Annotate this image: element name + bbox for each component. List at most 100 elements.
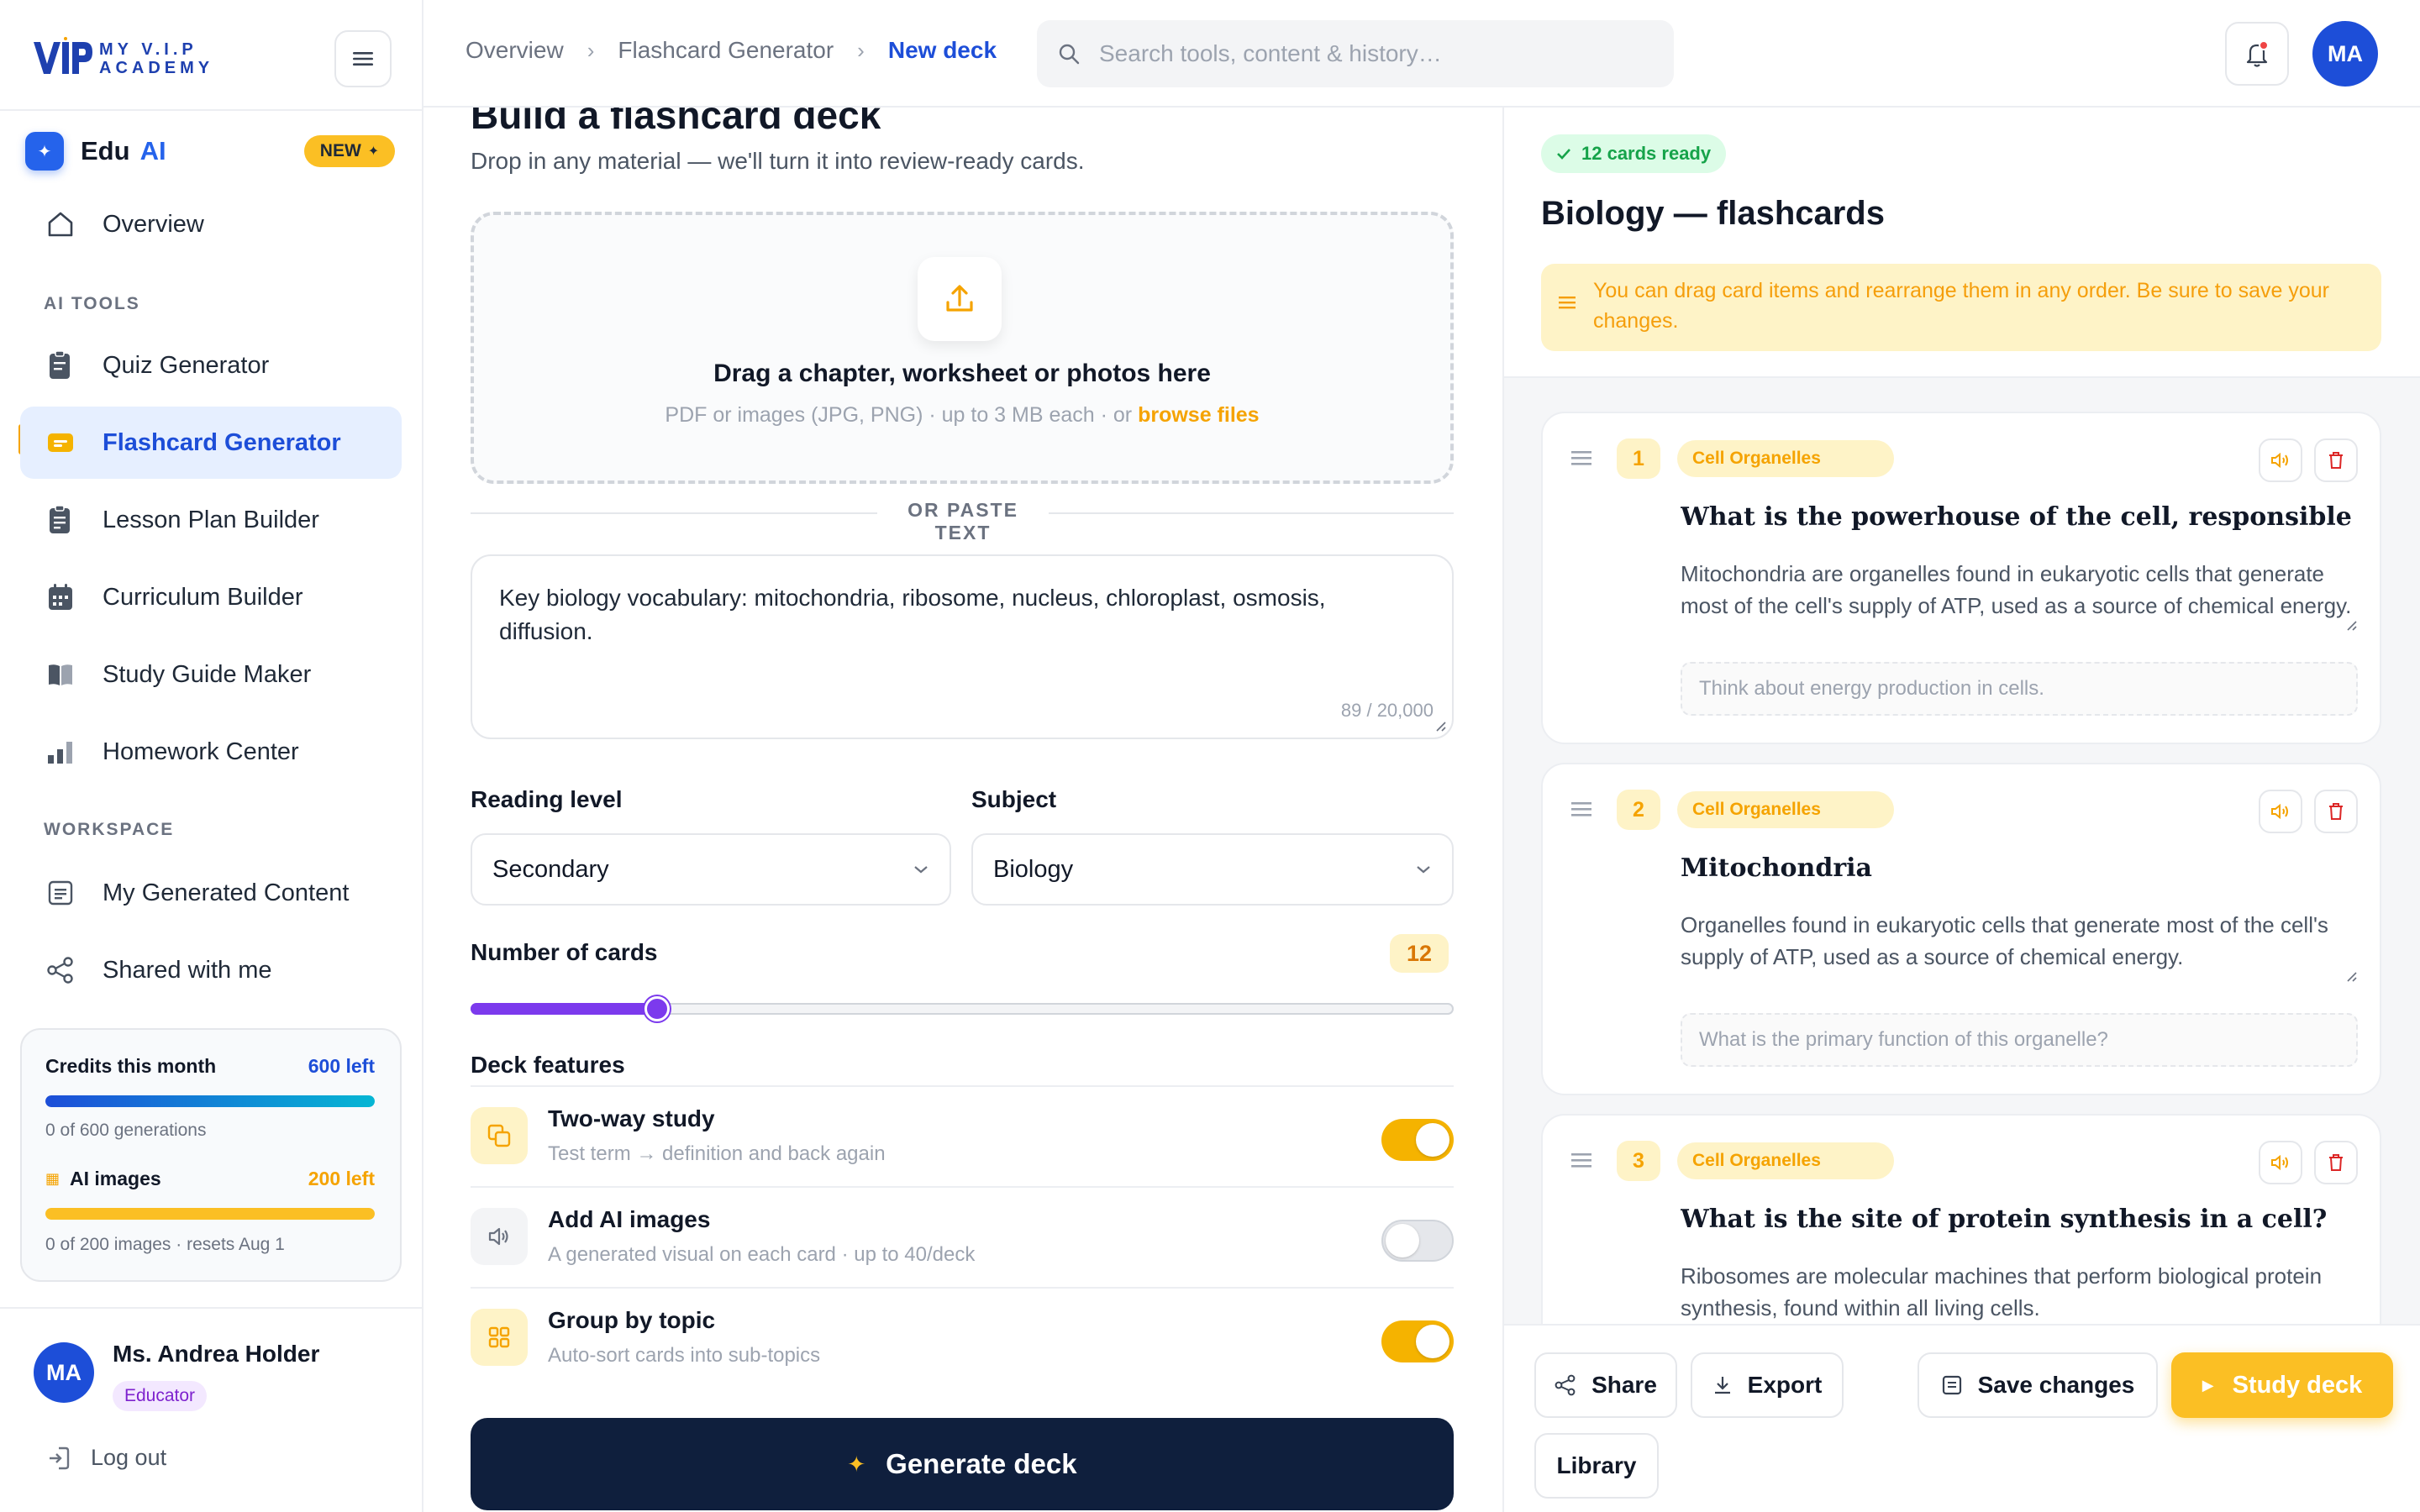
breadcrumb-flashcard-generator[interactable]: Flashcard Generator xyxy=(618,37,834,64)
academy-logo-text: MY V.I.P ACADEMY xyxy=(99,40,213,77)
feature-description: A generated visual on each card · up to … xyxy=(548,1243,976,1266)
card-number: 3 xyxy=(1617,1141,1660,1181)
drop-zone-title: Drag a chapter, worksheet or photos here xyxy=(713,360,1211,387)
sidebar-item-quiz-generator[interactable]: Quiz Generator xyxy=(20,329,402,402)
delete-card-button[interactable] xyxy=(2314,790,2358,833)
sidebar-item-label: Flashcard Generator xyxy=(103,428,341,456)
paste-textarea[interactable]: Key biology vocabulary: mitochondria, ri… xyxy=(471,554,1454,739)
sidebar-item-curriculum-builder[interactable]: Curriculum Builder xyxy=(20,561,402,633)
search-icon xyxy=(1059,44,1080,65)
play-audio-button[interactable] xyxy=(2259,438,2302,482)
search-input[interactable]: Search tools, content & history… xyxy=(1037,20,1674,87)
card-number: 1 xyxy=(1617,438,1660,479)
hamburger-icon xyxy=(353,52,373,66)
toggle-knob xyxy=(1386,1224,1419,1257)
sidebar-item-shared-with-me[interactable]: Shared with me xyxy=(20,934,402,1006)
card-answer[interactable]: Organelles found in eukaryotic cells tha… xyxy=(1681,909,2353,978)
chevron-right-icon: › xyxy=(587,37,595,63)
document-icon xyxy=(42,874,79,911)
brand-line-1: MY V.I.P xyxy=(99,40,197,59)
credits-title: Credits this month xyxy=(45,1055,217,1077)
flashcard[interactable]: 1 Cell Organelles What is the powerhouse… xyxy=(1541,412,2381,744)
sparkle-icon: ✦ xyxy=(25,132,64,171)
ai-tools-heading: AI TOOLS xyxy=(44,294,140,313)
flashcard[interactable]: 2 Cell Organelles Mitochondria Organelle… xyxy=(1541,763,2381,1095)
group-by-topic-toggle[interactable] xyxy=(1381,1320,1454,1362)
card-hint-input[interactable]: What is the primary function of this org… xyxy=(1681,1013,2358,1067)
add-ai-images-toggle[interactable] xyxy=(1381,1220,1454,1262)
sidebar-item-homework-center[interactable]: Homework Center xyxy=(20,716,402,788)
sidebar-item-lesson-plan-builder[interactable]: Lesson Plan Builder xyxy=(20,484,402,556)
drag-handle-icon[interactable] xyxy=(1571,801,1591,816)
play-audio-button[interactable] xyxy=(2259,790,2302,833)
feature-title: Add AI images xyxy=(548,1206,711,1232)
deck-features-label: Deck features xyxy=(471,1052,625,1078)
subject-select[interactable]: Biology xyxy=(971,833,1454,906)
sidebar-item-study-guide-maker[interactable]: Study Guide Maker xyxy=(20,638,402,711)
user-avatar[interactable]: MA xyxy=(34,1342,94,1403)
reading-level-select[interactable]: Secondary xyxy=(471,833,951,906)
subject-value: Biology xyxy=(993,855,1074,883)
card-answer[interactable]: Ribosomes are molecular machines that pe… xyxy=(1681,1260,2353,1329)
slider-handle[interactable] xyxy=(644,996,670,1021)
notification-dot xyxy=(2259,40,2269,50)
logout-label: Log out xyxy=(91,1445,167,1470)
delete-card-button[interactable] xyxy=(2314,438,2358,482)
sidebar-item-flashcard-generator[interactable]: Flashcard Generator xyxy=(20,407,402,479)
file-drop-zone[interactable]: Drag a chapter, worksheet or photos here… xyxy=(471,212,1454,484)
sidebar-item-label: Curriculum Builder xyxy=(103,583,303,611)
drag-handle-icon[interactable] xyxy=(1571,450,1591,465)
delete-card-button[interactable] xyxy=(2314,1141,2358,1184)
sidebar-item-my-generated-content[interactable]: My Generated Content xyxy=(20,857,402,929)
toggle-knob xyxy=(1416,1325,1449,1358)
notifications-button[interactable] xyxy=(2225,22,2289,86)
speaker-icon xyxy=(2271,803,2288,820)
card-topic-tag: Cell Organelles xyxy=(1677,791,1894,828)
flashcard-icon xyxy=(42,424,79,461)
brand-line-2: ACADEMY xyxy=(99,59,214,77)
download-icon xyxy=(1714,1377,1730,1394)
swap-icon xyxy=(471,1107,528,1164)
logout-button[interactable]: Log out xyxy=(47,1445,166,1471)
account-avatar[interactable]: MA xyxy=(2312,21,2378,87)
two-way-study-toggle[interactable] xyxy=(1381,1119,1454,1161)
sidebar-item-label: My Generated Content xyxy=(103,879,350,906)
resize-handle-icon[interactable] xyxy=(2344,618,2358,632)
reading-level-value: Secondary xyxy=(492,855,609,883)
card-question[interactable]: Mitochondria xyxy=(1681,853,2361,883)
save-changes-button[interactable]: Save changes xyxy=(1918,1352,2158,1418)
feature-add-ai-images: Add AI images A generated visual on each… xyxy=(471,1186,1454,1287)
sparkle-icon: ✦ xyxy=(847,1451,866,1477)
card-question[interactable]: What is the site of protein synthesis in… xyxy=(1681,1205,2361,1234)
quiz-icon xyxy=(42,347,79,384)
number-of-cards-label: Number of cards xyxy=(471,939,658,965)
generate-deck-button[interactable]: ✦ Generate deck xyxy=(471,1418,1454,1510)
export-button[interactable]: Export xyxy=(1691,1352,1844,1418)
drag-handle-icon[interactable] xyxy=(1571,1152,1591,1168)
share-button[interactable]: Share xyxy=(1534,1352,1677,1418)
share-icon xyxy=(42,952,79,989)
breadcrumb-overview[interactable]: Overview xyxy=(466,37,564,64)
drop-zone-subtitle: PDF or images (JPG, PNG) · up to 3 MB ea… xyxy=(474,403,1450,428)
trash-icon xyxy=(2329,803,2343,820)
menu-toggle-button[interactable] xyxy=(334,30,392,87)
edu-label: Edu xyxy=(81,136,130,165)
resize-handle-icon[interactable] xyxy=(2344,969,2358,983)
images-progress-bar xyxy=(45,1208,375,1220)
drag-handle-icon xyxy=(1559,297,1576,309)
browse-files-link[interactable]: browse files xyxy=(1138,403,1260,427)
play-audio-button[interactable] xyxy=(2259,1141,2302,1184)
sidebar-item-overview[interactable]: Overview xyxy=(20,188,402,260)
study-deck-button[interactable]: ▶ Study deck xyxy=(2171,1352,2393,1418)
library-button[interactable]: Library xyxy=(1534,1433,1659,1499)
reorder-notice-text: You can drag card items and rearrange th… xyxy=(1593,279,2329,333)
card-answer[interactable]: Mitochondria are organelles found in euk… xyxy=(1681,558,2353,627)
card-hint-input[interactable]: Think about energy production in cells. xyxy=(1681,662,2358,716)
library-label: Library xyxy=(1556,1452,1637,1478)
images-progress-fill xyxy=(45,1208,375,1220)
card-question[interactable]: What is the powerhouse of the cell, resp… xyxy=(1681,502,2361,532)
credits-sub: 0 of 600 generations xyxy=(45,1121,207,1140)
feature-title: Group by topic xyxy=(548,1307,716,1333)
sidebar-item-label: Shared with me xyxy=(103,956,272,984)
breadcrumb-current: New deck xyxy=(887,37,997,63)
